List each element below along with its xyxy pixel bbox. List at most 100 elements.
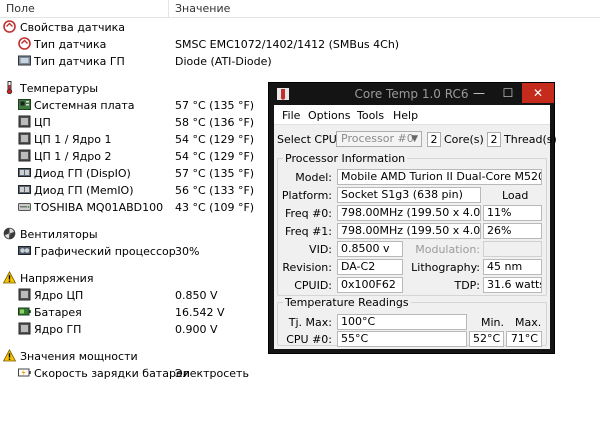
sensor-name: Ядро ЦП [34, 289, 84, 302]
sensor-row[interactable]: Тип датчика ГП Diode (ATI-Diode) [0, 53, 600, 70]
platform-field: Socket S1g3 (638 pin) [337, 187, 481, 203]
sensor-section-row[interactable]: Свойства датчика [0, 19, 600, 36]
sensor-value: 43 °C (109 °F) [175, 201, 255, 214]
sensor-name: TOSHIBA MQ01ABD100 [34, 201, 164, 214]
modulation-field [483, 241, 542, 257]
sensor-name: Вентиляторы [20, 228, 98, 241]
lithography-label: Lithography: [411, 261, 480, 274]
cpu-chip-icon [18, 322, 31, 335]
sensor-name: Системная плата [34, 99, 135, 112]
processor-information-group: Processor Information Model: Mobile AMD … [277, 152, 547, 296]
sensor-name: Свойства датчика [20, 21, 126, 34]
freq1-label: Freq #1: [285, 225, 332, 238]
gpu-diode-icon [18, 183, 31, 196]
freq1-field: 798.00MHz (199.50 x 4.0) [337, 223, 481, 239]
sensor-value: 57 °C (135 °F) [175, 167, 255, 180]
load-label: Load [502, 189, 529, 202]
thermometer-icon [3, 81, 16, 94]
sensor-value: 16.542 V [175, 306, 225, 319]
cpu-chip-icon [18, 149, 31, 162]
revision-label: Revision: [282, 261, 332, 274]
column-header-field[interactable]: Поле [6, 2, 35, 15]
coretemp-titlebar[interactable]: Core Temp 1.0 RC6 — ☐ ✕ [269, 83, 554, 105]
sensor-value: 54 °C (129 °F) [175, 133, 255, 146]
hard-disk-icon [18, 200, 31, 213]
model-field: Mobile AMD Turion II Dual-Core M520 (Cas… [337, 169, 542, 185]
gpu-sensor-type-icon [18, 54, 31, 67]
lithography-field: 45 nm [483, 259, 542, 275]
cpu-chip-icon [18, 132, 31, 145]
max-label: Max. [515, 316, 542, 329]
load0-field: 11% [483, 205, 542, 221]
temperature-readings-title: Temperature Readings [283, 296, 411, 309]
sensor-name: ЦП 1 / Ядро 2 [34, 150, 112, 163]
tdp-label: TDP: [454, 279, 480, 292]
cpuid-field: 0x100F62 [337, 277, 403, 293]
tjmax-label: Tj. Max: [288, 316, 332, 329]
sensor-name: ЦП 1 / Ядро 1 [34, 133, 112, 146]
maximize-button[interactable]: ☐ [494, 83, 522, 103]
sensor-value: 30% [175, 245, 200, 258]
chevron-down-icon: ▼ [411, 134, 418, 144]
cpu-chip-icon [18, 288, 31, 301]
cpu0-min-field: 52°C [469, 331, 504, 347]
graphics-card-icon [18, 244, 31, 257]
sensor-value: 0.850 V [175, 289, 218, 302]
sensor-name: Батарея [34, 306, 82, 319]
coretemp-window[interactable]: Core Temp 1.0 RC6 — ☐ ✕ File Options Too… [268, 82, 557, 354]
sensor-name: Скорость зарядки батареи [34, 367, 190, 380]
threads-count: 2 [487, 132, 501, 147]
sensor-name: Графический процессор [34, 245, 176, 258]
cpu0-max-field: 71°C [506, 331, 542, 347]
cpu0-temp-label: CPU #0: [286, 333, 332, 346]
coretemp-client-area: File Options Tools Help Select CPU: Proc… [274, 105, 557, 349]
menu-file[interactable]: File [282, 109, 300, 122]
column-divider[interactable] [168, 0, 169, 18]
cpu-chip-icon [18, 115, 31, 128]
sensor-name: Ядро ГП [34, 323, 82, 336]
sensor-value: 54 °C (129 °F) [175, 150, 255, 163]
sensor-list-header: Поле Значение [0, 0, 600, 18]
load1-field: 26% [483, 223, 542, 239]
revision-field: DA-C2 [337, 259, 403, 275]
sensor-row[interactable]: Скорость зарядки батареи Электросеть [0, 365, 600, 382]
minimize-button[interactable]: — [465, 83, 493, 103]
battery-charge-icon [18, 366, 31, 379]
sensor-name: Значения мощности [20, 350, 138, 363]
column-header-value[interactable]: Значение [175, 2, 230, 15]
processor-information-title: Processor Information [283, 152, 408, 165]
sensor-name: Диод ГП (MemIO) [34, 184, 134, 197]
vid-label: VID: [309, 243, 332, 256]
sensor-row[interactable]: Тип датчика SMSC EMC1072/1402/1412 (SMBus… [0, 36, 600, 53]
tdp-field: 31.6 watts [483, 277, 542, 293]
cpu0-temp-field: 55°C [337, 331, 467, 347]
sensor-name: Диод ГП (DispIO) [34, 167, 131, 180]
close-button[interactable]: ✕ [522, 83, 554, 103]
select-cpu-label: Select CPU: [277, 133, 341, 146]
menu-options[interactable]: Options [308, 109, 350, 122]
sensor-name: ЦП [34, 116, 51, 129]
sensor-name: Тип датчика ГП [34, 55, 125, 68]
coretemp-menubar: File Options Tools Help [274, 105, 550, 125]
vid-field: 0.8500 v [337, 241, 403, 257]
threads-label: Thread(s) [504, 133, 557, 146]
cpu-select-dropdown[interactable]: Processor #0 ▼ [336, 131, 422, 147]
cpuid-label: CPUID: [294, 279, 332, 292]
sensor-name: Напряжения [20, 272, 94, 285]
sensor-value: SMSC EMC1072/1402/1412 (SMBus 4Ch) [175, 38, 400, 51]
min-label: Min. [481, 316, 505, 329]
sensor-value: Diode (ATI-Diode) [175, 55, 272, 68]
battery-icon [18, 305, 31, 318]
cpu-select-value: Processor #0 [341, 132, 414, 145]
cores-label: Core(s) [444, 133, 484, 146]
gpu-diode-icon [18, 166, 31, 179]
cpu-select-row: Select CPU: Processor #0 ▼ 2 Core(s) 2 T… [274, 129, 557, 149]
menu-tools[interactable]: Tools [357, 109, 384, 122]
sensor-type-icon [18, 37, 31, 50]
sensor-properties-icon [3, 20, 16, 33]
fan-icon [3, 227, 16, 240]
motherboard-icon [18, 98, 31, 111]
menu-help[interactable]: Help [393, 109, 418, 122]
cores-count: 2 [427, 132, 441, 147]
